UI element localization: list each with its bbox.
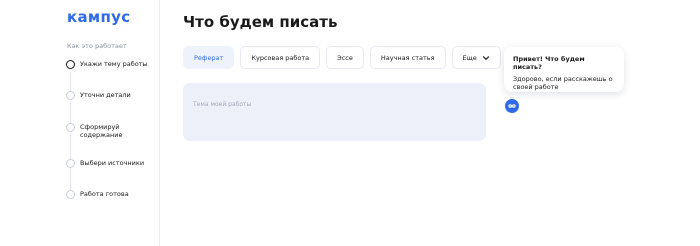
chip-scientific-article[interactable]: Научная статья (369, 46, 446, 69)
work-type-selector: Реферат Курсовая работа Эссе Научная ста… (183, 46, 501, 69)
step-indicator (66, 159, 75, 168)
step-contents: Сформируй содержание (66, 123, 132, 139)
step-details: Уточни детали (66, 91, 160, 100)
topic-placeholder: Тема моей работы (193, 101, 252, 108)
chip-coursework[interactable]: Курсовая работа (240, 46, 321, 69)
step-indicator (66, 190, 75, 199)
step-label: Укажи тему работы (80, 60, 148, 68)
infinity-icon (508, 104, 516, 108)
steps-connector (70, 71, 71, 91)
chevron-down-icon (482, 55, 489, 60)
step-indicator (66, 91, 75, 100)
chip-essay[interactable]: Эссе (326, 46, 364, 69)
step-topic: Укажи тему работы (66, 60, 160, 69)
step-label: Уточни детали (80, 91, 131, 99)
step-label: Выбери источники (80, 159, 145, 167)
step-indicator-current (66, 60, 75, 69)
steps-connector (70, 101, 71, 123)
kampus-logo[interactable]: кампус (67, 8, 130, 26)
assistant-message: Привет! Что будем писать? Здорово, если … (504, 47, 624, 92)
page-title: Что будем писать (183, 13, 338, 31)
assistant-heading: Привет! Что будем писать? (513, 55, 585, 71)
assistant-bot-icon[interactable] (505, 99, 519, 113)
sidebar: кампус Как это работает Укажи тему работ… (0, 0, 160, 246)
step-label: Работа готова (80, 190, 129, 198)
chip-referat[interactable]: Реферат (183, 46, 235, 69)
chip-label: Эссе (337, 53, 353, 62)
step-done: Работа готова (66, 190, 160, 199)
how-it-works-label: Как это работает (67, 42, 127, 50)
step-sources: Выбери источники (66, 159, 160, 168)
step-indicator (66, 123, 75, 132)
chip-label: Курсовая работа (251, 53, 310, 62)
chip-more-dropdown[interactable]: Еще (451, 46, 501, 69)
chip-label: Научная статья (380, 53, 435, 62)
assistant-body: Здорово, если расскажешь о своей работе (513, 75, 613, 91)
chip-label: Реферат (194, 53, 224, 62)
topic-input[interactable]: Тема моей работы (183, 83, 486, 141)
steps-connector (70, 168, 71, 190)
chip-label: Еще (462, 53, 477, 62)
step-label: Сформируй содержание (80, 123, 123, 139)
